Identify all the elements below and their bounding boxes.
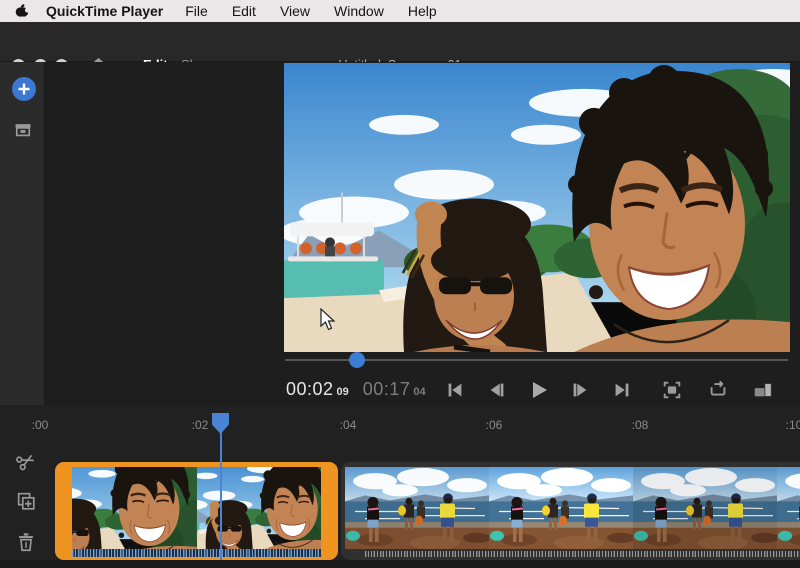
mouse-cursor xyxy=(320,308,337,332)
timecode-display: 00:0209 00:1704 xyxy=(286,379,426,400)
delete-clip-button[interactable] xyxy=(15,531,37,553)
step-forward-icon xyxy=(569,379,591,401)
trash-icon xyxy=(15,531,37,553)
clip1-thumbnails xyxy=(72,467,321,549)
orientation-icon xyxy=(752,379,774,401)
add-media-button[interactable] xyxy=(12,77,36,101)
clip2-thumbnails xyxy=(345,467,800,549)
macos-menu-bar: QuickTime Player File Edit View Window H… xyxy=(0,0,800,22)
ruler-tick-06: :06 xyxy=(486,418,503,432)
loop-icon xyxy=(707,379,729,401)
video-preview[interactable] xyxy=(284,63,790,352)
app-window: QuickTime Player File Edit View Window H… xyxy=(0,0,800,568)
preview-panel xyxy=(45,62,800,405)
skip-back-icon xyxy=(444,379,466,401)
playhead-line[interactable] xyxy=(220,431,222,568)
scissors-icon xyxy=(15,450,37,472)
play-icon xyxy=(526,378,550,402)
frame-back-button[interactable] xyxy=(483,377,511,403)
clip2-audio-waveform xyxy=(365,551,800,557)
split-clip-button[interactable] xyxy=(15,450,37,472)
beach-selfie-frame xyxy=(284,63,790,352)
media-browser-button[interactable] xyxy=(13,120,33,140)
next-edit-button[interactable] xyxy=(608,377,636,403)
plus-icon xyxy=(17,82,31,96)
media-browser-icon xyxy=(13,120,33,140)
fullscreen-button[interactable] xyxy=(659,378,685,402)
apple-logo-icon[interactable] xyxy=(14,3,30,19)
menu-file[interactable]: File xyxy=(185,3,208,19)
ruler-tick-00: :00 xyxy=(32,418,49,432)
timeline-bottom-gutter xyxy=(0,560,800,568)
frame-forward-button[interactable] xyxy=(566,377,594,403)
menu-view[interactable]: View xyxy=(280,3,310,19)
timeline-clip-selected[interactable] xyxy=(55,462,338,560)
clip2-thumb-3 xyxy=(633,467,777,549)
menu-window[interactable]: Window xyxy=(334,3,384,19)
ruler-tick-04: :04 xyxy=(340,418,357,432)
current-frames: 09 xyxy=(337,386,349,398)
orientation-button[interactable] xyxy=(750,378,776,402)
clip1-thumb-1 xyxy=(72,467,197,549)
total-time: 00:17 xyxy=(363,379,411,399)
playback-scrubber-handle[interactable] xyxy=(349,352,365,368)
loop-playback-button[interactable] xyxy=(705,378,731,402)
current-time: 00:02 xyxy=(286,379,334,399)
duplicate-clip-button[interactable] xyxy=(15,490,37,512)
clip2-thumb-1 xyxy=(345,467,489,549)
skip-forward-icon xyxy=(611,379,633,401)
clip1-thumb-2 xyxy=(197,467,322,549)
timeline-panel[interactable]: :00 :02 :04 :06 :08 :10 xyxy=(0,405,800,568)
play-button[interactable] xyxy=(524,377,552,403)
menu-help[interactable]: Help xyxy=(408,3,437,19)
clip2-thumb-2 xyxy=(489,467,633,549)
total-frames: 04 xyxy=(413,386,425,398)
step-back-icon xyxy=(486,379,508,401)
window-title-bar: Edit Share Untitled: Sequence 01 xyxy=(0,22,800,62)
duplicate-icon xyxy=(15,490,37,512)
clip2-thumb-4-partial xyxy=(777,467,800,549)
ruler-tick-08: :08 xyxy=(632,418,649,432)
ruler-tick-10: :10 xyxy=(786,418,800,432)
left-toolbar xyxy=(0,62,45,405)
fullscreen-icon xyxy=(661,379,683,401)
timeline-clip-2[interactable] xyxy=(341,462,800,560)
previous-edit-button[interactable] xyxy=(441,377,469,403)
menu-app-name[interactable]: QuickTime Player xyxy=(46,3,163,19)
clip1-audio-waveform xyxy=(72,549,321,557)
menu-edit[interactable]: Edit xyxy=(232,3,256,19)
ruler-tick-02: :02 xyxy=(192,418,209,432)
